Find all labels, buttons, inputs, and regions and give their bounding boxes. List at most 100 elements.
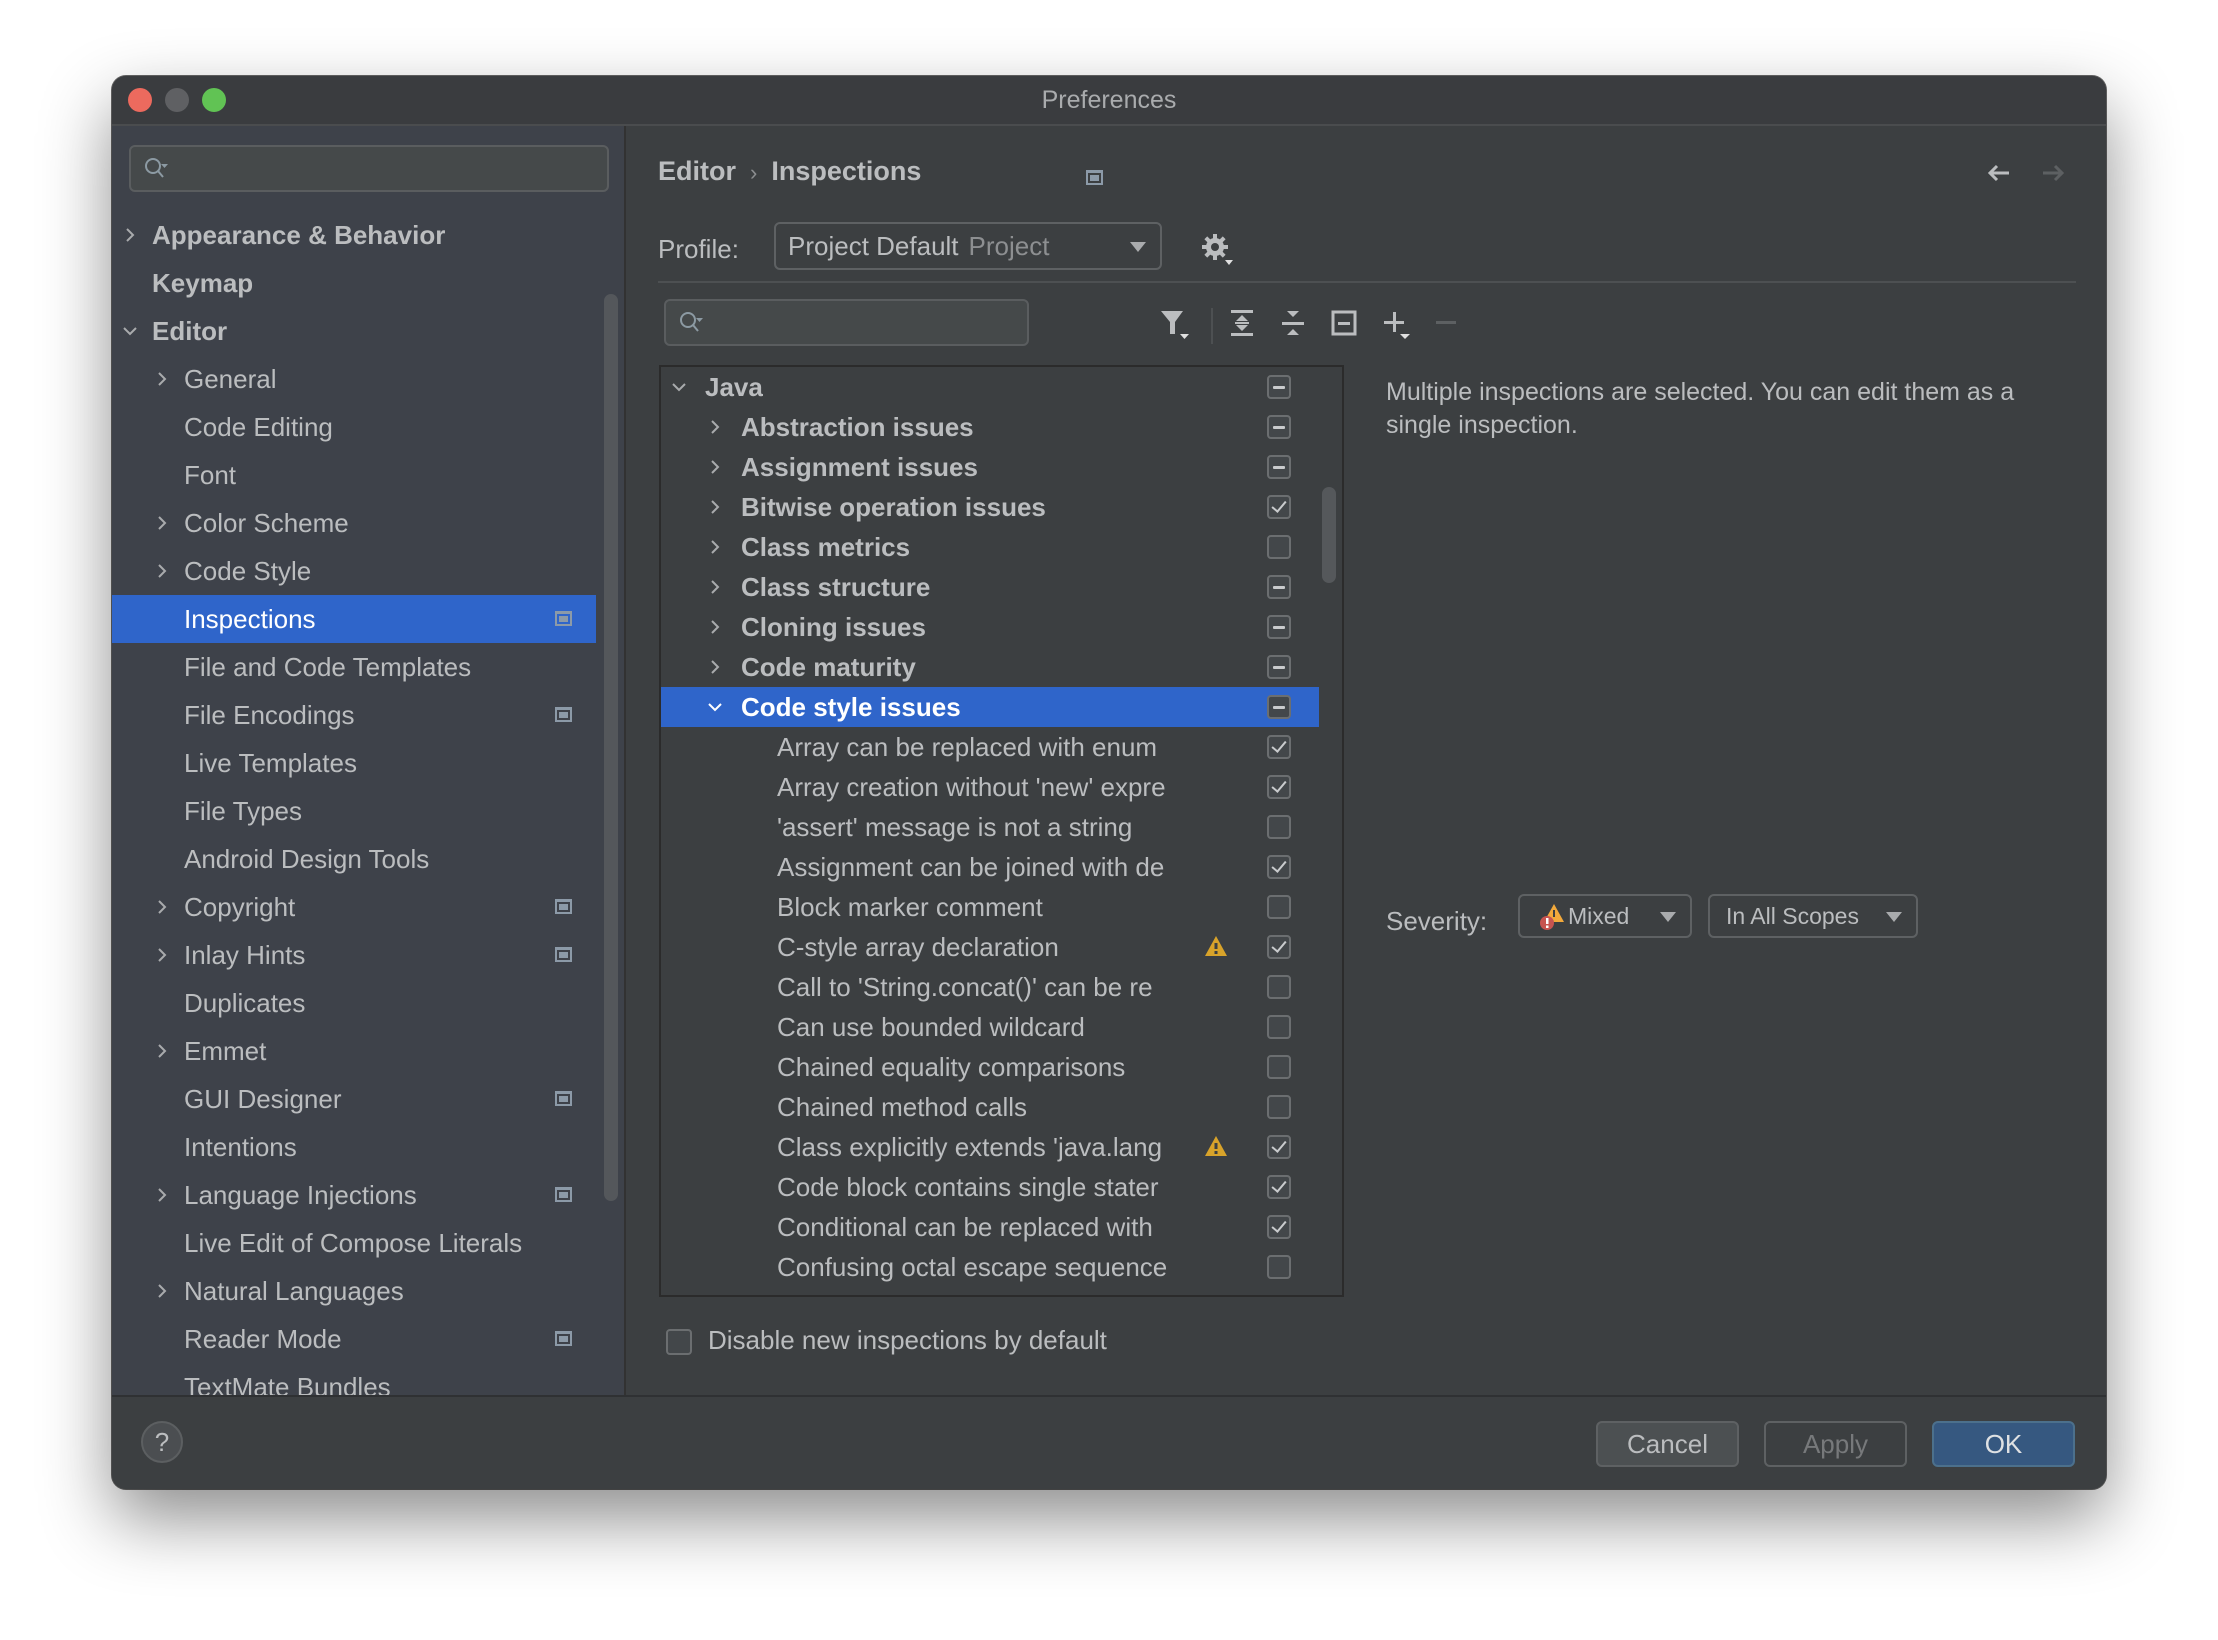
- inspection-checkbox[interactable]: [1267, 975, 1291, 999]
- tree-row[interactable]: Code block contains single stater: [661, 1167, 1319, 1207]
- inspection-checkbox[interactable]: [1267, 1135, 1291, 1159]
- tree-row[interactable]: Assignment can be joined with de: [661, 847, 1319, 887]
- chevron-right-icon[interactable]: [152, 355, 172, 403]
- inspection-checkbox[interactable]: [1267, 415, 1291, 439]
- tree-row[interactable]: Confusing octal escape sequence: [661, 1247, 1319, 1287]
- tree-group-row[interactable]: Cloning issues: [661, 607, 1319, 647]
- reset-icon[interactable]: [1328, 307, 1360, 339]
- inspection-checkbox[interactable]: [1267, 615, 1291, 639]
- chevron-right-icon[interactable]: [152, 499, 172, 547]
- disable-new-inspections-label[interactable]: Disable new inspections by default: [708, 1325, 1107, 1356]
- tree-row[interactable]: Block marker comment: [661, 887, 1319, 927]
- sidebar-item[interactable]: File Types: [112, 787, 596, 835]
- chevron-right-icon[interactable]: [152, 931, 172, 979]
- sidebar-item[interactable]: Live Edit of Compose Literals: [112, 1219, 596, 1267]
- inspection-checkbox[interactable]: [1267, 1215, 1291, 1239]
- inspection-checkbox[interactable]: [1267, 895, 1291, 919]
- tree-group-row[interactable]: Class metrics: [661, 527, 1319, 567]
- chevron-right-icon[interactable]: [120, 211, 140, 259]
- chevron-right-icon[interactable]: [705, 647, 725, 687]
- gear-icon[interactable]: [1200, 232, 1234, 266]
- tree-scrollbar[interactable]: [1322, 487, 1336, 583]
- remove-icon[interactable]: [1430, 307, 1462, 339]
- tree-row[interactable]: Array can be replaced with enum: [661, 727, 1319, 767]
- inspection-checkbox[interactable]: [1267, 1255, 1291, 1279]
- inspection-checkbox[interactable]: [1267, 575, 1291, 599]
- inspection-checkbox[interactable]: [1267, 1055, 1291, 1079]
- sidebar-scrollbar[interactable]: [604, 294, 618, 1201]
- tree-row[interactable]: [661, 1287, 1319, 1297]
- sidebar-item[interactable]: Natural Languages: [112, 1267, 596, 1315]
- sidebar-item[interactable]: Live Templates: [112, 739, 596, 787]
- tree-group-row[interactable]: Class structure: [661, 567, 1319, 607]
- chevron-right-icon[interactable]: [705, 527, 725, 567]
- disable-new-inspections-checkbox[interactable]: [666, 1329, 692, 1355]
- sidebar-item[interactable]: Inlay Hints: [112, 931, 596, 979]
- add-icon[interactable]: [1379, 307, 1411, 339]
- breadcrumb-parent[interactable]: Editor: [658, 156, 736, 186]
- arrow-right-icon[interactable]: [2036, 156, 2070, 190]
- tree-row[interactable]: C-style array declaration: [661, 927, 1319, 967]
- sidebar-item[interactable]: Editor: [112, 307, 596, 355]
- inspection-checkbox[interactable]: [1267, 455, 1291, 479]
- chevron-right-icon[interactable]: [705, 407, 725, 447]
- arrow-left-icon[interactable]: [1982, 156, 2016, 190]
- chevron-down-icon[interactable]: [705, 687, 725, 727]
- collapse-all-icon[interactable]: [1277, 307, 1309, 339]
- sidebar-item[interactable]: Reader Mode: [112, 1315, 596, 1363]
- chevron-right-icon[interactable]: [152, 883, 172, 931]
- inspection-checkbox[interactable]: [1267, 495, 1291, 519]
- inspection-checkbox[interactable]: [1267, 775, 1291, 799]
- apply-button[interactable]: Apply: [1764, 1421, 1907, 1467]
- sidebar-item[interactable]: Copyright: [112, 883, 596, 931]
- tree-group-row[interactable]: Bitwise operation issues: [661, 487, 1319, 527]
- sidebar-item[interactable]: Font: [112, 451, 596, 499]
- tree-group-row[interactable]: Abstraction issues: [661, 407, 1319, 447]
- severity-dropdown[interactable]: Mixed: [1518, 894, 1692, 938]
- inspection-checkbox[interactable]: [1267, 535, 1291, 559]
- sidebar-item[interactable]: Code Editing: [112, 403, 596, 451]
- inspection-checkbox[interactable]: [1267, 935, 1291, 959]
- tree-row[interactable]: Array creation without 'new' expre: [661, 767, 1319, 807]
- sidebar-item[interactable]: Code Style: [112, 547, 596, 595]
- sidebar-item[interactable]: Duplicates: [112, 979, 596, 1027]
- sidebar-item[interactable]: General: [112, 355, 596, 403]
- ok-button[interactable]: OK: [1932, 1421, 2075, 1467]
- inspection-checkbox[interactable]: [1267, 735, 1291, 759]
- filter-icon[interactable]: [1158, 307, 1190, 339]
- tree-group-row[interactable]: Code style issues: [661, 687, 1319, 727]
- inspection-checkbox[interactable]: [1267, 695, 1291, 719]
- inspection-checkbox[interactable]: [1267, 815, 1291, 839]
- inspection-checkbox[interactable]: [1267, 1295, 1291, 1297]
- chevron-right-icon[interactable]: [152, 1171, 172, 1219]
- chevron-right-icon[interactable]: [152, 1027, 172, 1075]
- tree-group-row[interactable]: Assignment issues: [661, 447, 1319, 487]
- chevron-right-icon[interactable]: [152, 547, 172, 595]
- scope-dropdown[interactable]: In All Scopes: [1708, 894, 1918, 938]
- chevron-right-icon[interactable]: [705, 607, 725, 647]
- settings-search-input[interactable]: [129, 145, 609, 192]
- tree-row[interactable]: Conditional can be replaced with: [661, 1207, 1319, 1247]
- inspection-checkbox[interactable]: [1267, 1095, 1291, 1119]
- inspection-checkbox[interactable]: [1267, 1015, 1291, 1039]
- sidebar-item[interactable]: Android Design Tools: [112, 835, 596, 883]
- inspection-checkbox[interactable]: [1267, 375, 1291, 399]
- sidebar-item[interactable]: Inspections: [112, 595, 596, 643]
- tree-row[interactable]: Chained equality comparisons: [661, 1047, 1319, 1087]
- sidebar-item[interactable]: Intentions: [112, 1123, 596, 1171]
- sidebar-item[interactable]: File Encodings: [112, 691, 596, 739]
- sidebar-item[interactable]: TextMate Bundles: [112, 1363, 596, 1397]
- inspection-search-input[interactable]: [664, 299, 1029, 346]
- sidebar-item[interactable]: Emmet: [112, 1027, 596, 1075]
- profile-dropdown[interactable]: Project Default Project: [774, 222, 1162, 270]
- chevron-right-icon[interactable]: [705, 567, 725, 607]
- tree-row[interactable]: Class explicitly extends 'java.lang: [661, 1127, 1319, 1167]
- chevron-right-icon[interactable]: [705, 447, 725, 487]
- tree-row[interactable]: Call to 'String.concat()' can be re: [661, 967, 1319, 1007]
- cancel-button[interactable]: Cancel: [1596, 1421, 1739, 1467]
- sidebar-item[interactable]: GUI Designer: [112, 1075, 596, 1123]
- chevron-down-icon[interactable]: [669, 367, 689, 407]
- tree-row[interactable]: Chained method calls: [661, 1087, 1319, 1127]
- chevron-right-icon[interactable]: [152, 1267, 172, 1315]
- sidebar-item[interactable]: Language Injections: [112, 1171, 596, 1219]
